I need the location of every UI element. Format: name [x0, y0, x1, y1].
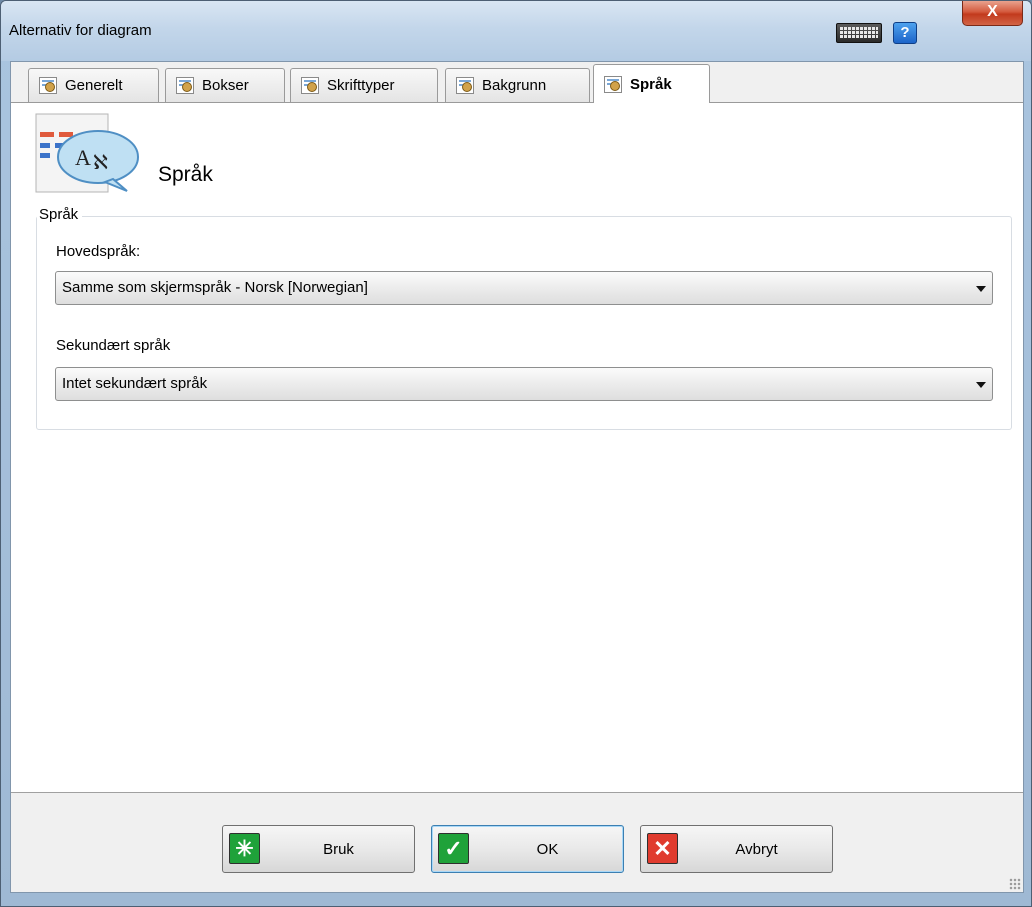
tab-label: Språk [630, 75, 672, 93]
tab-skrifttyper[interactable]: Skrifttyper [290, 68, 438, 102]
chevron-down-icon[interactable] [976, 382, 986, 388]
page-title: Språk [158, 163, 213, 186]
svg-text:ℵ: ℵ [93, 152, 108, 174]
group-legend: Språk [37, 206, 83, 223]
tab-strip: Generelt Bokser Skrifttyper Bakgrunn Spr… [11, 62, 1023, 103]
tab-bakgrunn[interactable]: Bakgrunn [445, 68, 590, 102]
close-x-icon: ✕ [647, 833, 678, 864]
settings-icon [301, 77, 319, 94]
settings-icon [176, 77, 194, 94]
title-bar[interactable]: Alternativ for diagram ? X [1, 1, 1031, 61]
ok-button-label: OK [536, 840, 559, 858]
dialog-client-area: Generelt Bokser Skrifttyper Bakgrunn Spr… [10, 61, 1024, 893]
tab-sprak[interactable]: Språk [593, 64, 710, 103]
tab-generelt[interactable]: Generelt [28, 68, 159, 102]
resize-grip[interactable] [1009, 878, 1021, 890]
tab-label: Generelt [65, 77, 123, 94]
main-language-label: Hovedspråk: [56, 243, 141, 260]
cancel-button-label: Avbryt [735, 840, 778, 858]
button-bar: ✳ Bruk ✓ OK ✕ Avbryt [11, 792, 1023, 892]
apply-icon: ✳ [229, 833, 260, 864]
secondary-language-select[interactable]: Intet sekundært språk [55, 367, 993, 401]
secondary-language-value: Intet sekundært språk [62, 375, 208, 392]
chevron-down-icon[interactable] [976, 286, 986, 292]
settings-icon [39, 77, 57, 94]
main-language-select[interactable]: Samme som skjermspråk - Norsk [Norwegian… [55, 271, 993, 305]
language-translate-icon: A ℵ [35, 113, 139, 193]
secondary-language-label: Sekundært språk [56, 337, 171, 354]
apply-button-label: Bruk [323, 840, 354, 858]
help-button[interactable]: ? [893, 22, 917, 44]
language-group: Språk Hovedspråk: Samme som skjermspråk … [36, 206, 1012, 430]
language-panel: A ℵ Språk Språk Hovedspråk: Samme som sk… [11, 102, 1023, 792]
tab-bokser[interactable]: Bokser [165, 68, 285, 102]
settings-icon [604, 75, 622, 93]
tab-label: Bakgrunn [482, 77, 547, 94]
dialog-window: Alternativ for diagram ? X Generelt Boks… [0, 0, 1032, 907]
apply-button[interactable]: ✳ Bruk [222, 825, 415, 873]
checkmark-icon: ✓ [438, 833, 469, 864]
keyboard-icon[interactable] [836, 23, 882, 43]
main-language-value: Samme som skjermspråk - Norsk [Norwegian… [62, 279, 368, 296]
tab-label: Bokser [202, 77, 249, 94]
cancel-button[interactable]: ✕ Avbryt [640, 825, 833, 873]
ok-button[interactable]: ✓ OK [431, 825, 624, 873]
window-title: Alternativ for diagram [9, 22, 152, 39]
svg-text:A: A [75, 145, 91, 170]
tab-label: Skrifttyper [327, 77, 395, 94]
settings-icon [456, 77, 474, 94]
close-button[interactable]: X [962, 1, 1023, 26]
